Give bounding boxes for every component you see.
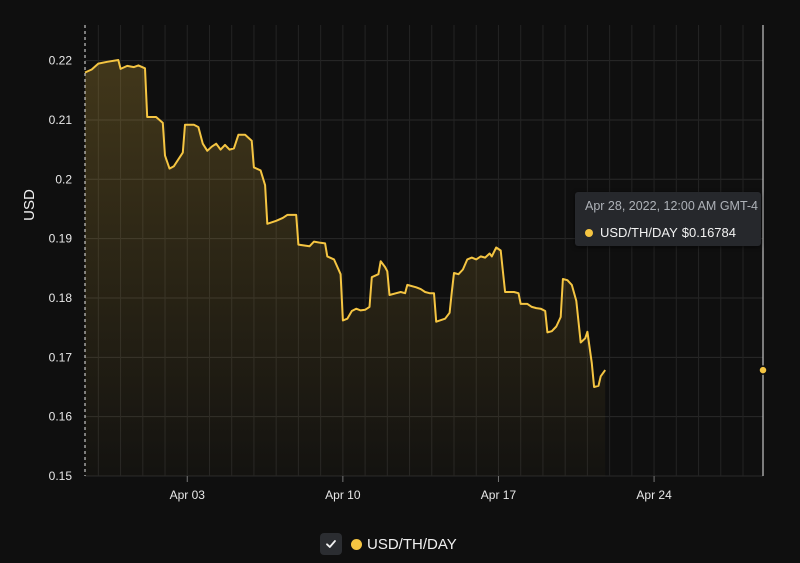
check-icon bbox=[326, 540, 336, 548]
y-tick-label: 0.19 bbox=[49, 232, 73, 246]
legend: USD/TH/DAY bbox=[320, 532, 457, 556]
y-axis-title: USD bbox=[21, 189, 38, 221]
price-chart: 0.150.160.170.180.190.20.210.22 Apr 03 Ap… bbox=[21, 25, 768, 502]
x-tick-label: Apr 03 bbox=[170, 488, 206, 502]
y-tick-label: 0.18 bbox=[49, 291, 73, 305]
tooltip-series-dot bbox=[585, 228, 593, 237]
tooltip-series-name: USD/TH/DAY bbox=[600, 225, 678, 240]
y-tick-label: 0.21 bbox=[49, 113, 73, 127]
x-tick-label: Apr 17 bbox=[481, 488, 517, 502]
y-axis-labels: 0.15 0.16 0.17 0.18 0.19 0.2 0.21 0.22 bbox=[49, 54, 73, 483]
hover-point-marker bbox=[758, 365, 768, 375]
legend-series-label[interactable]: USD/TH/DAY bbox=[367, 536, 457, 553]
tooltip-row: USD/TH/DAY $0.16784 bbox=[585, 225, 736, 240]
legend-series-dot bbox=[351, 538, 362, 550]
x-tick-label: Apr 24 bbox=[636, 488, 672, 502]
tooltip-value: $0.16784 bbox=[681, 225, 736, 240]
x-axis-labels: Apr 03 Apr 10 Apr 17 Apr 24 bbox=[170, 488, 673, 502]
x-tick-label: Apr 10 bbox=[325, 488, 361, 502]
y-tick-label: 0.22 bbox=[49, 54, 73, 68]
y-tick-label: 0.2 bbox=[55, 172, 72, 186]
y-tick-label: 0.17 bbox=[49, 350, 73, 364]
legend-checkbox[interactable] bbox=[320, 533, 342, 555]
tooltip: Apr 28, 2022, 12:00 AM GMT-4 USD/TH/DAY … bbox=[575, 192, 761, 246]
y-tick-label: 0.15 bbox=[49, 469, 73, 483]
y-tick-label: 0.16 bbox=[49, 410, 73, 424]
tooltip-date: Apr 28, 2022, 12:00 AM GMT-4 bbox=[585, 199, 759, 213]
